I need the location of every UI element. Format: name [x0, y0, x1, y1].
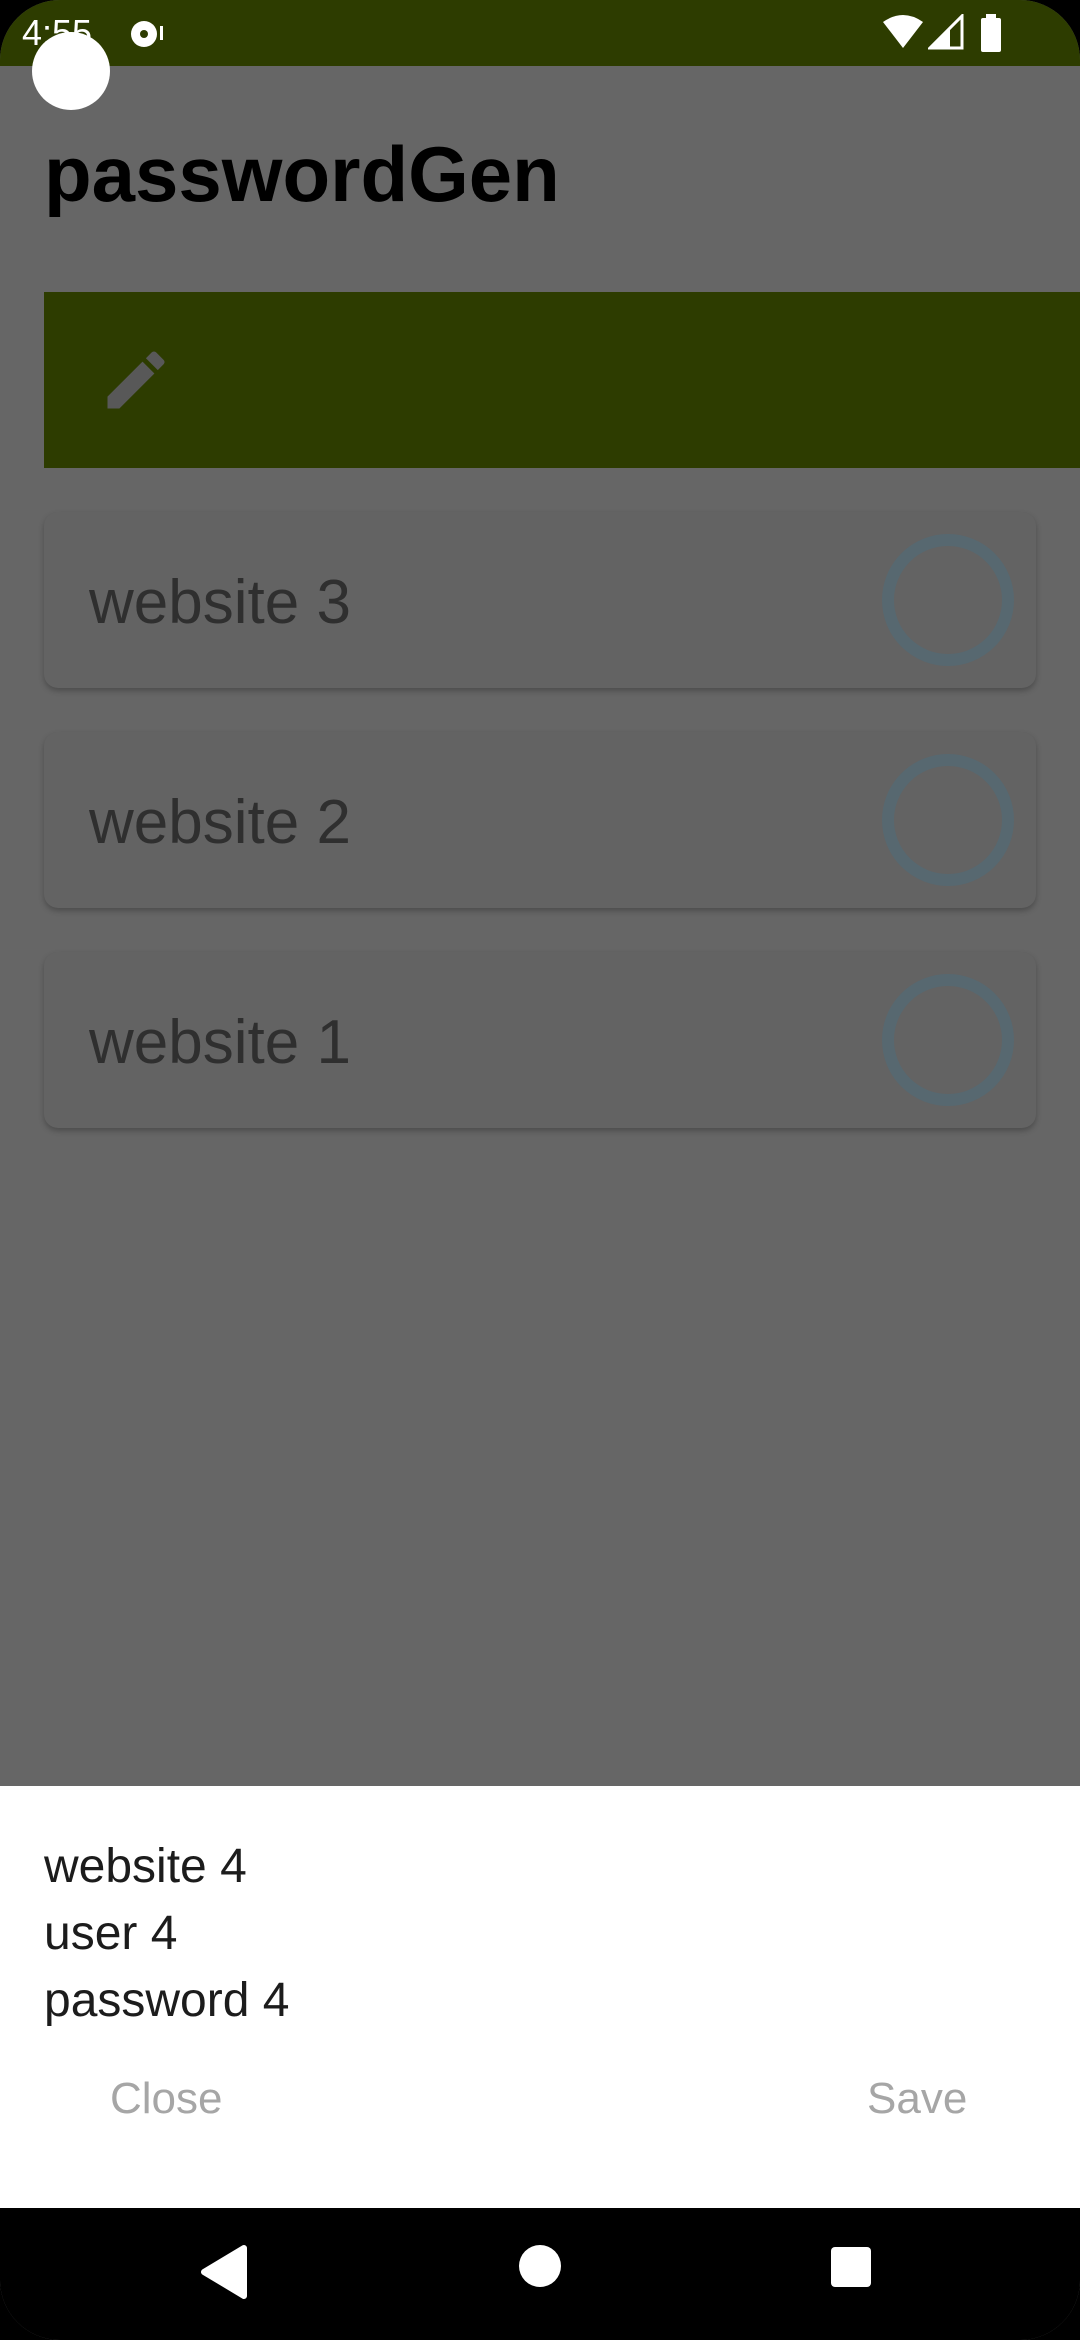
- entry-card-website-2[interactable]: website 2: [44, 732, 1036, 908]
- entry-card-website-3[interactable]: website 3: [44, 512, 1036, 688]
- home-icon[interactable]: [518, 2244, 562, 2288]
- signal-icon: [928, 14, 964, 50]
- save-button[interactable]: Save: [867, 2072, 967, 2126]
- dialog-password-text: password 4: [44, 1974, 290, 2027]
- app-title: passwordGen: [44, 130, 560, 218]
- recents-icon[interactable]: [830, 2246, 872, 2288]
- entry-label: website 3: [89, 568, 351, 637]
- status-bar: 4:55: [0, 0, 1080, 66]
- entry-label: website 2: [89, 788, 351, 857]
- screen: 4:55 passwordGen website 3 website 2 web…: [0, 0, 1080, 2340]
- dialog-user-text: user 4: [44, 1907, 178, 1960]
- entry-card-website-1[interactable]: website 1: [44, 952, 1036, 1128]
- edit-bar[interactable]: [44, 292, 1080, 468]
- navigation-bar: [0, 2208, 1080, 2340]
- media-icon: [131, 21, 163, 47]
- radio-button[interactable]: [882, 534, 1014, 666]
- dialog-website-text: website 4: [44, 1840, 247, 1893]
- battery-icon: [981, 14, 1001, 52]
- radio-button[interactable]: [882, 974, 1014, 1106]
- back-icon[interactable]: [200, 2244, 250, 2300]
- pencil-icon[interactable]: [98, 342, 174, 418]
- floating-overlay-dot[interactable]: [32, 32, 110, 110]
- close-button[interactable]: Close: [110, 2072, 223, 2126]
- radio-button[interactable]: [882, 754, 1014, 886]
- wifi-icon: [883, 15, 923, 48]
- entry-label: website 1: [89, 1008, 351, 1077]
